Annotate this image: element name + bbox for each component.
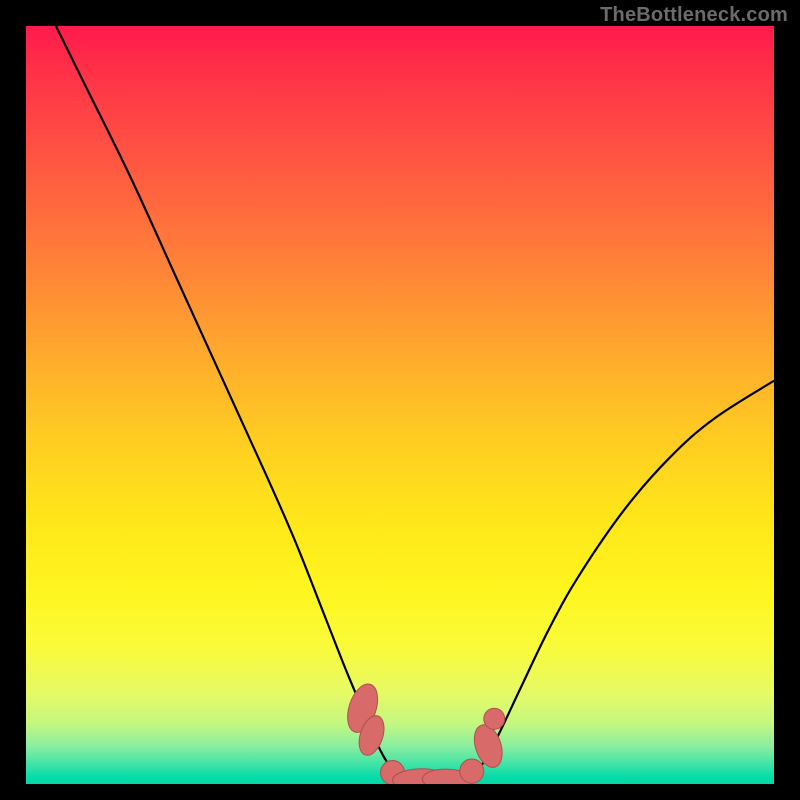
marker-group — [342, 680, 507, 784]
plot-frame — [26, 26, 774, 784]
watermark-text: TheBottleneck.com — [600, 4, 788, 27]
bottleneck-marker — [460, 759, 484, 783]
chart-svg — [26, 26, 774, 784]
curve-group — [56, 26, 774, 781]
curve-left-branch — [56, 26, 452, 781]
bottleneck-marker — [484, 708, 505, 729]
